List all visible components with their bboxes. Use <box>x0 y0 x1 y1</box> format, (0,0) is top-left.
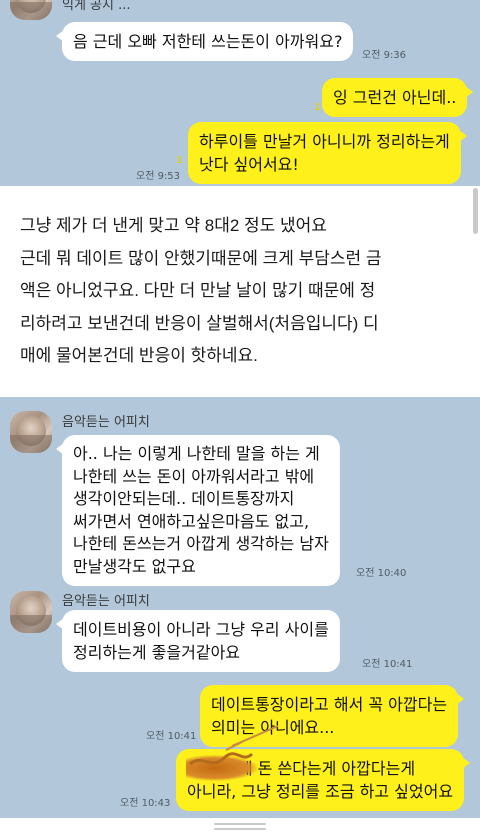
bottom-nav-bar <box>0 818 480 832</box>
message-time: 오전 10:40 <box>356 568 407 579</box>
contact-name: 익게 공지 ... <box>62 0 131 13</box>
message-time: 오전 10:41 <box>362 659 413 670</box>
chat-screenshot-top: 익게 공지 ... 음 근데 오빠 저한테 쓰는돈이 아까워요? 오전 9:36… <box>0 0 480 186</box>
incoming-message: 아.. 나는 이렇게 나한테 말을 하는 게 나한테 쓰는 돈이 아까워서라고 … <box>56 435 340 586</box>
post-line: 리하려고 보낸건데 반응이 살벌해서(처음입니다) 디 <box>20 313 379 333</box>
contact-avatar[interactable] <box>10 591 52 633</box>
message-time: 오전 9:36 <box>362 50 407 61</box>
redaction-scribble <box>189 725 279 766</box>
contact-name: 음악듣는 어피치 <box>62 594 150 609</box>
post-line: 근데 뭐 데이트 많이 안했기때문에 크게 부담스런 금 <box>20 248 382 268</box>
outgoing-message: 잉 그런건 아닌데.. <box>322 78 474 117</box>
post-line: 매에 물어본건데 반응이 핫하네요. <box>20 346 258 365</box>
incoming-message: 음 근데 오빠 저한테 쓰는돈이 아까워요? <box>55 22 354 61</box>
nav-handle[interactable] <box>214 823 266 825</box>
message-time: 오전 10:43 <box>120 798 171 809</box>
post-line: 액은 아니었구요. 다만 더 만날 날이 많기 때문에 정 <box>20 281 376 300</box>
outgoing-message: 하루이틀 만날거 아니니까 정리하는게 낫다 싶어서요! <box>188 122 467 184</box>
nav-handle[interactable] <box>214 828 266 830</box>
contact-name: 음악듣는 어피치 <box>62 415 150 430</box>
incoming-message: 데이트비용이 아니라 그냥 우리 사이를 정리하는게 좋을거같아요 <box>56 610 340 672</box>
contact-avatar[interactable] <box>10 411 52 453</box>
message-time: 오전 9:53 <box>136 171 181 182</box>
post-line: 그냥 제가 더 낸게 맞고 약 8대2 정도 냈어요 <box>20 216 327 235</box>
contact-avatar[interactable] <box>10 0 52 20</box>
unread-count: 1 <box>176 155 183 166</box>
post-body: 그냥 제가 더 낸게 맞고 약 8대2 정도 냈어요 근데 뭐 데이트 많이 안… <box>20 210 460 373</box>
scroll-indicator[interactable] <box>473 188 478 234</box>
unread-count: 1 <box>314 102 321 113</box>
